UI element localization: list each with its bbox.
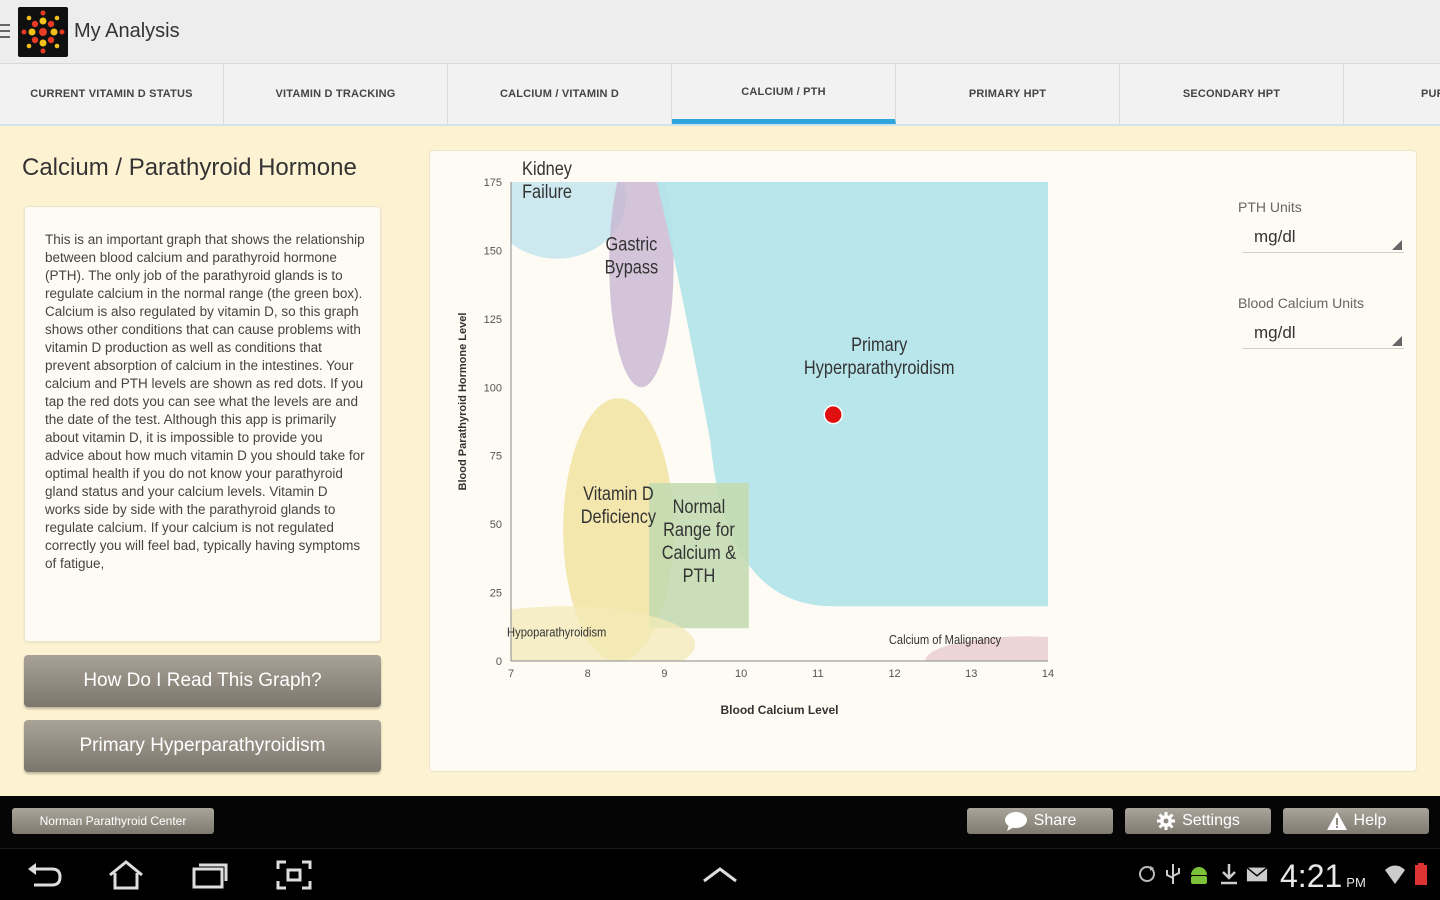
tab-calcium-vitamin-d[interactable]: CALCIUM / VITAMIN D (448, 64, 672, 124)
gear-icon (1157, 812, 1176, 830)
region-label: Hypoparathyroidism (507, 625, 606, 640)
wifi-icon (1385, 865, 1405, 884)
x-tick-label: 14 (1042, 668, 1054, 680)
home-icon[interactable] (106, 859, 146, 891)
x-tick-label: 11 (812, 668, 823, 680)
y-tick-label: 100 (484, 382, 502, 394)
region-label: Bypass (605, 256, 659, 277)
tab-bar: CURRENT VITAMIN D STATUS VITAMIN D TRACKI… (0, 64, 1440, 126)
data-point[interactable] (823, 404, 843, 425)
download-icon (1221, 864, 1237, 885)
region-label: Failure (522, 181, 572, 202)
region-label: Normal (673, 496, 726, 517)
clock-time: 4:21 (1280, 858, 1343, 894)
settings-label: Settings (1182, 812, 1240, 829)
y-tick-label: 75 (490, 451, 502, 463)
x-tick-label: 13 (965, 668, 977, 680)
section-title: Calcium / Parathyroid Hormone (22, 154, 357, 181)
bottom-bar: Norman Parathyroid Center Share Settings… (0, 796, 1440, 848)
y-tick-label: 125 (484, 314, 502, 326)
clock-ampm: PM (1346, 875, 1366, 890)
y-tick-label: 150 (484, 245, 502, 257)
settings-button[interactable]: Settings (1125, 808, 1271, 834)
y-axis-title: Blood Parathyroid Hormone Level (457, 313, 469, 491)
tab-secondary-hpt[interactable]: SECONDARY HPT (1120, 64, 1344, 124)
tab-calcium-pth[interactable]: CALCIUM / PTH (672, 64, 896, 124)
region-label: Kidney (522, 158, 572, 179)
region-label: Calcium of Malignancy (889, 632, 1002, 647)
primary-hpt-button[interactable]: Primary Hyperparathyroidism (24, 720, 381, 772)
plot-regions (434, 182, 1048, 683)
description-card[interactable]: This is an important graph that shows th… (24, 206, 381, 642)
y-tick-label: 25 (490, 588, 502, 600)
warning-icon (1326, 812, 1347, 830)
help-label: Help (1353, 812, 1387, 829)
x-tick-label: 10 (735, 668, 747, 680)
x-tick-label: 9 (661, 668, 667, 680)
sync-icon (1139, 866, 1155, 882)
region-label: Primary (851, 334, 907, 355)
tab-primary-hpt[interactable]: PRIMARY HPT (896, 64, 1120, 124)
credit-button[interactable]: Norman Parathyroid Center (12, 808, 214, 834)
calcium-units-value: mg/dl (1254, 323, 1296, 342)
usb-icon (1166, 864, 1180, 884)
recent-apps-icon[interactable] (190, 859, 230, 891)
dropdown-arrow-icon (1392, 240, 1402, 250)
speech-bubble-icon (1004, 812, 1027, 831)
y-tick-label: 50 (490, 519, 502, 531)
tab-current-vitamin-d-status[interactable]: CURRENT VITAMIN D STATUS (0, 64, 224, 124)
region-label: Deficiency (581, 506, 656, 527)
how-to-read-button[interactable]: How Do I Read This Graph? (24, 655, 381, 707)
action-bar: My Analysis (0, 0, 1440, 64)
share-label: Share (1033, 812, 1077, 829)
chart-card: Kidney Failure Gastric Bypass Primary Hyperpa… (429, 150, 1417, 772)
region-label: Vitamin D (583, 483, 653, 504)
menu-icon[interactable] (0, 24, 10, 40)
dropdown-arrow-icon (1392, 336, 1402, 346)
flower-logo-icon[interactable] (18, 7, 68, 57)
tab-pure-vitam[interactable]: PURE VITAM (1344, 64, 1440, 124)
y-tick-label: 175 (484, 177, 502, 189)
pth-units-select[interactable]: mg/dl (1242, 225, 1404, 253)
region-label: Range for (663, 519, 735, 540)
share-button[interactable]: Share (967, 808, 1113, 834)
tab-vitamin-d-tracking[interactable]: VITAMIN D TRACKING (224, 64, 448, 124)
pth-units-value: mg/dl (1254, 227, 1296, 246)
pth-units-label: PTH Units (1238, 199, 1302, 215)
battery-icon (1415, 863, 1427, 885)
region-label: Calcium & (662, 542, 737, 563)
chevron-up-icon[interactable] (700, 859, 740, 891)
screenshot-icon[interactable] (274, 859, 314, 891)
x-tick-label: 12 (888, 668, 900, 680)
email-icon (1246, 867, 1268, 882)
description-text: This is an important graph that shows th… (45, 232, 365, 571)
region-hypoparathyroidism[interactable] (434, 606, 696, 683)
y-tick-label: 0 (496, 656, 502, 668)
region-label: Hyperparathyroidism (804, 357, 955, 378)
app-title: My Analysis (74, 20, 180, 42)
x-tick-label: 7 (508, 668, 514, 680)
calcium-units-select[interactable]: mg/dl (1242, 321, 1404, 349)
status-clock: 4:21 PM (1280, 858, 1366, 895)
calcium-units-label: Blood Calcium Units (1238, 295, 1365, 311)
back-icon[interactable] (24, 859, 64, 891)
region-label: Gastric (606, 233, 658, 254)
x-tick-label: 8 (585, 668, 591, 680)
region-label: PTH (683, 565, 716, 586)
help-button[interactable]: Help (1283, 808, 1429, 834)
x-axis-title: Blood Calcium Level (720, 703, 838, 717)
android-icon (1191, 867, 1207, 884)
